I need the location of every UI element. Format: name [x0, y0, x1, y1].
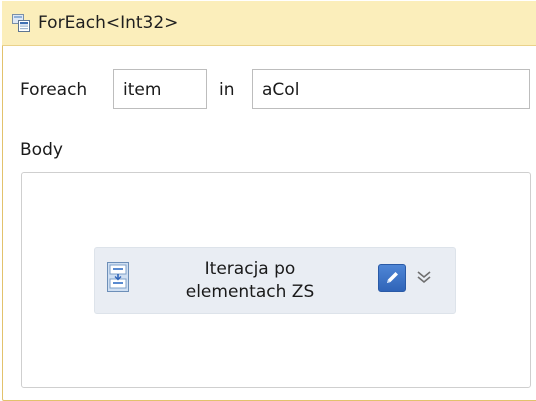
inner-activity-label: Iteracja po elementach ZS: [185, 259, 315, 302]
pencil-icon: [379, 272, 405, 295]
collection-expression-value: aCol: [262, 80, 300, 100]
item-variable-value: item: [123, 80, 162, 100]
double-chevron-down-icon: [413, 271, 435, 294]
activity-header[interactable]: ForEach<Int32>: [2, 1, 536, 46]
in-label: in: [219, 80, 235, 100]
sequence-activity-icon: [107, 262, 129, 292]
inner-sequence-activity[interactable]: Iteracja po elementach ZS: [94, 247, 456, 314]
edit-button[interactable]: [378, 264, 406, 292]
foreach-label: Foreach: [20, 80, 88, 100]
body-label: Body: [20, 140, 63, 160]
collection-expression-input[interactable]: aCol: [252, 69, 530, 109]
foreach-activity-icon: [12, 14, 30, 32]
expand-button[interactable]: [413, 264, 435, 290]
workflow-designer-canvas: ForEach<Int32> Foreach item in aCol Body…: [0, 0, 536, 401]
activity-title: ForEach<Int32>: [38, 13, 179, 33]
item-variable-input[interactable]: item: [113, 69, 207, 109]
